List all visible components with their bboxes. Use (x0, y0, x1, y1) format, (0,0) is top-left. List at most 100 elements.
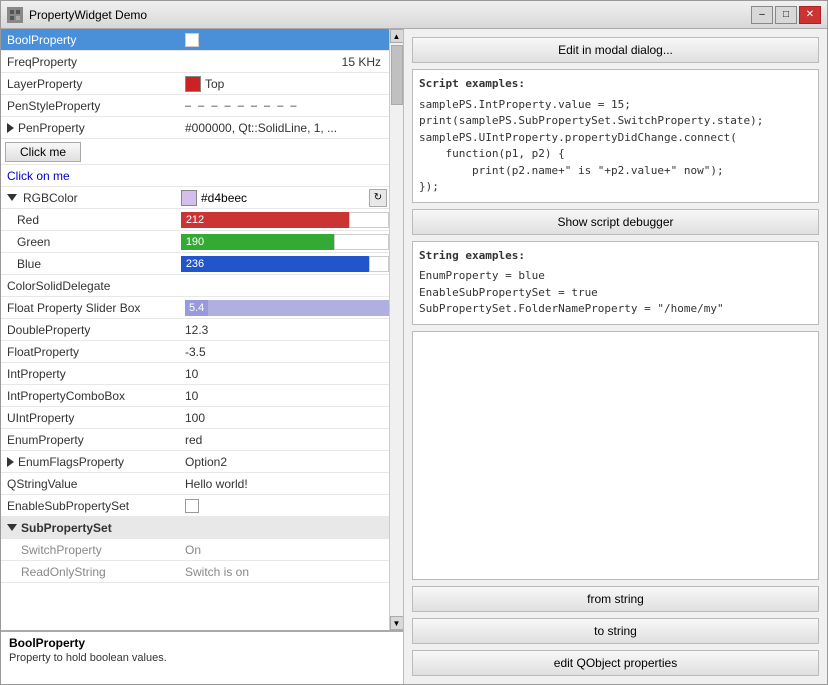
main-window: PropertyWidget Demo – □ ✕ BoolProperty (0, 0, 828, 685)
prop-row-colorsolid[interactable]: ColorSolidDelegate (1, 275, 389, 297)
prop-value-intproperty: 10 (181, 367, 389, 381)
prop-row-enumproperty[interactable]: EnumProperty red (1, 429, 389, 451)
minimize-button[interactable]: – (751, 6, 773, 24)
prop-value-green: 190 (181, 234, 389, 250)
clickme-row: Click me (1, 139, 389, 165)
prop-label-doubleproperty: DoubleProperty (1, 323, 181, 337)
left-panel: BoolProperty FreqProperty 15 KHz LayerPr… (1, 29, 404, 684)
red-bar-empty (349, 212, 389, 228)
prop-value-penproperty: #000000, Qt::SolidLine, 1, ... (181, 121, 389, 135)
prop-value-floatproperty: -3.5 (181, 345, 389, 359)
prop-value-qstringvalue: Hello world! (181, 477, 389, 491)
prop-row-doubleproperty[interactable]: DoubleProperty 12.3 (1, 319, 389, 341)
subprop-title: SubPropertySet (21, 521, 112, 535)
property-table: BoolProperty FreqProperty 15 KHz LayerPr… (1, 29, 389, 630)
float-slider-bar (208, 300, 389, 316)
prop-label-green: Green (1, 235, 181, 249)
layer-swatch (185, 76, 201, 92)
prop-row-green[interactable]: Green 190 (1, 231, 389, 253)
string-code: EnumProperty = blue EnableSubPropertySet… (419, 268, 812, 318)
prop-row-freqproperty[interactable]: FreqProperty 15 KHz (1, 51, 389, 73)
prop-row-penstyle[interactable]: PenStyleProperty – – – – – – – – – (1, 95, 389, 117)
green-value: 190 (181, 234, 209, 250)
prop-value-enumflags: Option2 (181, 455, 389, 469)
prop-row-penproperty[interactable]: PenProperty #000000, Qt::SolidLine, 1, .… (1, 117, 389, 139)
prop-row-rgbcolor[interactable]: RGBColor #d4beec ↻ (1, 187, 389, 209)
prop-label-blue: Blue (1, 257, 181, 271)
bool-checkbox[interactable] (185, 33, 199, 47)
pen-expand-icon (7, 123, 14, 133)
prop-row-subpropertyset[interactable]: SubPropertySet (1, 517, 389, 539)
scroll-down-arrow[interactable]: ▼ (390, 616, 404, 630)
prop-value-doubleproperty: 12.3 (181, 323, 389, 337)
vertical-scrollbar[interactable]: ▲ ▼ (389, 29, 403, 630)
pen-style-display: – – – – – – – – – (185, 100, 299, 112)
maximize-button[interactable]: □ (775, 6, 797, 24)
clickme-button[interactable]: Click me (5, 142, 81, 162)
prop-row-switchproperty[interactable]: SwitchProperty On (1, 539, 389, 561)
prop-value-intcombo: 10 (181, 389, 389, 403)
prop-label-floatproperty: FloatProperty (1, 345, 181, 359)
enablesub-checkbox[interactable] (185, 499, 199, 513)
string-examples-block: String examples: EnumProperty = blue Ena… (412, 241, 819, 325)
prop-label-enumflags: EnumFlagsProperty (1, 455, 181, 469)
prop-value-layerproperty: Top (181, 76, 389, 92)
edit-modal-button[interactable]: Edit in modal dialog... (412, 37, 819, 63)
prop-label-layerproperty: LayerProperty (1, 77, 181, 91)
subprop-expand-icon (7, 524, 17, 531)
prop-row-floatslider[interactable]: Float Property Slider Box 5.4 (1, 297, 389, 319)
prop-row-boolproperty[interactable]: BoolProperty (1, 29, 389, 51)
prop-value-boolproperty (181, 33, 389, 47)
prop-row-enablesubprop[interactable]: EnableSubPropertySet (1, 495, 389, 517)
prop-label-enablesubprop: EnableSubPropertySet (1, 499, 181, 513)
blue-bar-empty (369, 256, 389, 272)
prop-row-blue[interactable]: Blue 236 (1, 253, 389, 275)
main-content: BoolProperty FreqProperty 15 KHz LayerPr… (1, 29, 827, 684)
prop-value-penstyle: – – – – – – – – – (181, 100, 389, 112)
app-icon (7, 7, 23, 23)
prop-label-readonlystring: ReadOnlyString (1, 565, 181, 579)
titlebar-buttons: – □ ✕ (751, 6, 821, 24)
click-on-me-row: Click on me (1, 165, 389, 187)
click-on-me-link[interactable]: Click on me (7, 169, 70, 183)
titlebar: PropertyWidget Demo – □ ✕ (1, 1, 827, 29)
to-string-button[interactable]: to string (412, 618, 819, 644)
prop-value-blue: 236 (181, 256, 389, 272)
prop-row-intcombo[interactable]: IntPropertyComboBox 10 (1, 385, 389, 407)
prop-value-freqproperty: 15 KHz (181, 55, 389, 69)
prop-label-colorsolid: ColorSolidDelegate (1, 279, 181, 293)
prop-value-switchproperty: On (181, 543, 389, 557)
prop-row-floatproperty[interactable]: FloatProperty -3.5 (1, 341, 389, 363)
prop-label-rgbcolor: RGBColor (1, 191, 181, 205)
desc-title: BoolProperty (9, 636, 395, 650)
prop-row-enumflags[interactable]: EnumFlagsProperty Option2 (1, 451, 389, 473)
enumflags-expand-icon (7, 457, 14, 467)
prop-value-uintproperty: 100 (181, 411, 389, 425)
show-debugger-button[interactable]: Show script debugger (412, 209, 819, 235)
prop-row-layerproperty[interactable]: LayerProperty Top (1, 73, 389, 95)
text-area[interactable] (412, 331, 819, 581)
prop-row-intproperty[interactable]: IntProperty 10 (1, 363, 389, 385)
prop-label-intcombo: IntPropertyComboBox (1, 389, 181, 403)
edit-qobject-button[interactable]: edit QObject properties (412, 650, 819, 676)
close-button[interactable]: ✕ (799, 6, 821, 24)
prop-value-red: 212 (181, 212, 389, 228)
rgb-refresh-button[interactable]: ↻ (369, 189, 387, 207)
float-slider-display: 5.4 (185, 300, 208, 316)
rgb-swatch (181, 190, 197, 206)
prop-label-freqproperty: FreqProperty (1, 55, 181, 69)
prop-row-readonlystring[interactable]: ReadOnlyString Switch is on (1, 561, 389, 583)
green-bar (209, 234, 334, 250)
scroll-up-arrow[interactable]: ▲ (390, 29, 404, 43)
prop-label-enumproperty: EnumProperty (1, 433, 181, 447)
from-string-button[interactable]: from string (412, 586, 819, 612)
prop-value-enablesubprop (181, 499, 389, 513)
prop-row-uintproperty[interactable]: UIntProperty 100 (1, 407, 389, 429)
scroll-thumb[interactable] (391, 45, 403, 105)
script-examples-block: Script examples: samplePS.IntProperty.va… (412, 69, 819, 203)
prop-row-qstringvalue[interactable]: QStringValue Hello world! (1, 473, 389, 495)
prop-label-red: Red (1, 213, 181, 227)
prop-row-red[interactable]: Red 212 (1, 209, 389, 231)
prop-label-switchproperty: SwitchProperty (1, 543, 181, 557)
prop-label-intproperty: IntProperty (1, 367, 181, 381)
